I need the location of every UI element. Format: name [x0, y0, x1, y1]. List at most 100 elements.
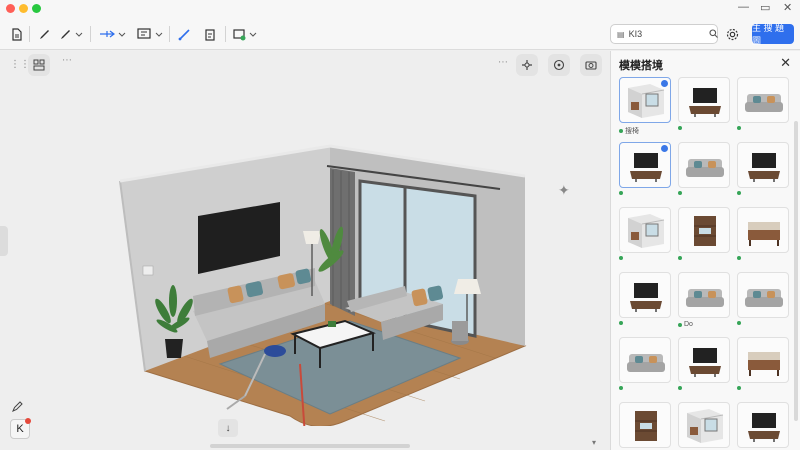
model-thumbnail[interactable] [737, 77, 789, 123]
selected-check-icon [661, 145, 668, 152]
panel-title: 模模搭境 [619, 60, 663, 72]
status-dot [678, 191, 682, 195]
model-thumbnail[interactable] [737, 142, 789, 188]
model-thumbnail[interactable] [737, 402, 789, 448]
status-dot [619, 191, 623, 195]
model-tile[interactable] [619, 142, 671, 195]
model-tile[interactable] [678, 77, 730, 130]
model-thumbnail[interactable] [619, 337, 671, 383]
room-3d-view[interactable] [115, 96, 535, 426]
model-label-text: 搜椅 [625, 128, 639, 135]
gear-icon[interactable] [724, 24, 740, 44]
more-options-icon[interactable]: ⋯ [498, 57, 508, 68]
model-tile[interactable] [737, 272, 789, 325]
model-label-text: Do [684, 321, 693, 328]
model-thumbnail[interactable] [619, 77, 671, 123]
selected-check-icon [661, 80, 668, 87]
rotate-view-icon[interactable] [516, 54, 538, 76]
app-logo-icon[interactable]: K [10, 418, 31, 439]
model-tile[interactable]: Do [678, 272, 730, 328]
comment-tool-dropdown[interactable] [136, 24, 164, 44]
move-gizmo-icon[interactable]: ✦ [558, 182, 570, 199]
model-tile[interactable] [619, 337, 671, 390]
chevron-down-icon[interactable]: ▾ [592, 438, 596, 447]
model-tile[interactable] [737, 77, 789, 130]
model-label [619, 191, 671, 195]
brush-tool-dropdown[interactable] [58, 24, 84, 44]
model-thumbnail[interactable] [678, 337, 730, 383]
export-tool-dropdown[interactable] [232, 24, 258, 44]
search-field-icon: ▤ [617, 29, 625, 39]
model-tile[interactable] [737, 337, 789, 390]
search-input[interactable] [628, 29, 709, 39]
status-dot [678, 386, 682, 390]
layout-icon[interactable] [28, 54, 50, 76]
measure-tool-dropdown[interactable] [97, 24, 127, 44]
grip-icon[interactable]: ⋮⋮ [10, 59, 30, 70]
model-tile[interactable] [737, 402, 789, 450]
design-canvas[interactable]: ⋮⋮ ⋯ ⋯ ✦ K ↓ ▾ [0, 51, 610, 450]
model-tile[interactable] [737, 207, 789, 260]
notification-badge [25, 418, 31, 424]
search-box[interactable]: ▤ [610, 24, 718, 44]
document-icon[interactable] [9, 24, 25, 44]
more-icon[interactable]: ⋯ [62, 55, 72, 66]
model-tile[interactable] [619, 272, 671, 325]
model-label [678, 256, 730, 260]
model-tile[interactable]: 搜椅 [619, 77, 671, 136]
model-tile[interactable] [678, 402, 730, 450]
model-thumbnail[interactable] [678, 402, 730, 448]
model-tile[interactable] [619, 207, 671, 260]
model-label: 搜椅 [619, 126, 671, 136]
model-thumbnail[interactable] [737, 272, 789, 318]
model-thumbnail[interactable] [737, 337, 789, 383]
model-tile[interactable] [737, 142, 789, 195]
model-tile[interactable] [678, 142, 730, 195]
clipboard-icon[interactable] [202, 24, 218, 44]
side-panel-handle[interactable] [0, 226, 8, 256]
line-tool-icon[interactable] [176, 24, 192, 44]
model-label [737, 126, 789, 130]
close-icon[interactable]: ✕ [783, 1, 792, 14]
model-thumbnail[interactable] [678, 77, 730, 123]
status-dot [619, 321, 623, 325]
search-icon[interactable] [709, 28, 718, 40]
close-icon[interactable]: ✕ [780, 55, 791, 71]
status-dot [737, 191, 741, 195]
model-thumbnail[interactable] [619, 272, 671, 318]
pen-icon[interactable] [36, 24, 52, 44]
status-dot [737, 386, 741, 390]
orbit-icon[interactable] [548, 54, 570, 76]
model-library-panel: 模模搭境 ✕ 搜椅 Do [610, 51, 800, 450]
model-thumbnail[interactable] [619, 142, 671, 188]
model-thumbnail[interactable] [678, 142, 730, 188]
camera-icon[interactable] [580, 54, 602, 76]
model-tile[interactable] [619, 402, 671, 450]
model-thumbnail[interactable] [678, 272, 730, 318]
status-dot [619, 256, 623, 260]
minimize-icon[interactable]: — [738, 1, 749, 13]
model-label [737, 386, 789, 390]
model-tile[interactable] [678, 207, 730, 260]
model-label [678, 126, 730, 130]
model-thumbnail[interactable] [678, 207, 730, 253]
model-thumbnail[interactable] [737, 207, 789, 253]
pencil-icon[interactable] [12, 399, 23, 417]
model-label [737, 191, 789, 195]
scroll-down-icon[interactable]: ↓ [218, 419, 238, 437]
title-bar: — ▭ ✕ [0, 0, 800, 18]
maximize-window-button[interactable] [32, 4, 41, 13]
status-dot [678, 126, 682, 130]
primary-action-button[interactable]: 主 搜 題 圖 [752, 23, 794, 46]
model-tile[interactable] [678, 337, 730, 390]
status-dot [737, 126, 741, 130]
model-thumbnail[interactable] [619, 402, 671, 448]
restore-icon[interactable]: ▭ [760, 1, 770, 14]
panel-scrollbar[interactable] [794, 121, 798, 421]
horizontal-scrollbar[interactable] [210, 444, 410, 448]
close-window-button[interactable] [6, 4, 15, 13]
model-label: Do [678, 321, 730, 328]
model-thumbnail[interactable] [619, 207, 671, 253]
minimize-window-button[interactable] [19, 4, 28, 13]
status-dot [619, 386, 623, 390]
